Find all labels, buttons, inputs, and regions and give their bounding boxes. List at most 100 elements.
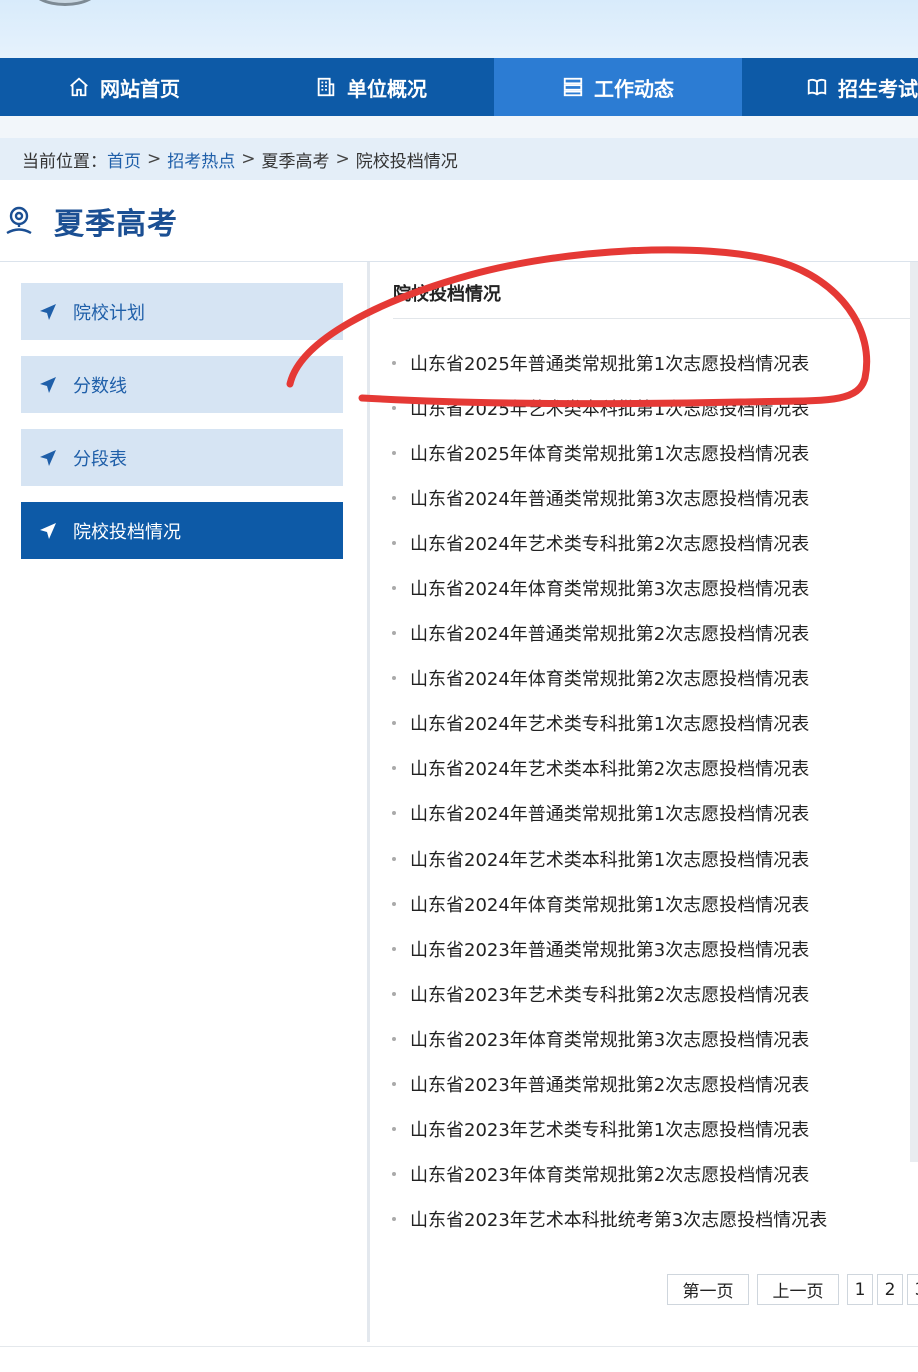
- scrollbar[interactable]: [910, 262, 918, 1162]
- divider: [0, 1346, 918, 1347]
- divider: [393, 318, 910, 319]
- nav-admission-label: 招生考试: [838, 76, 918, 101]
- list-item-link[interactable]: 山东省2024年艺术类本科批第2次志愿投档情况表: [410, 755, 809, 781]
- list-item-link[interactable]: 山东省2024年普通类常规批第1次志愿投档情况表: [410, 800, 809, 826]
- list-item-link[interactable]: 山东省2024年体育类常规批第1次志愿投档情况表: [410, 891, 809, 917]
- list-item-link[interactable]: 山东省2023年普通类常规批第2次志愿投档情况表: [410, 1071, 809, 1097]
- nav-admission[interactable]: 招生考试: [742, 58, 918, 116]
- spacer: [0, 116, 918, 138]
- list-item[interactable]: 山东省2023年艺术本科批统考第3次志愿投档情况表: [392, 1197, 827, 1242]
- bullet-icon: [392, 1127, 396, 1132]
- nav-news[interactable]: 工作动态: [494, 58, 742, 116]
- list-item[interactable]: 山东省2024年普通类常规批第3次志愿投档情况表: [392, 475, 827, 520]
- sidebar-item-admission-status[interactable]: 院校投档情况: [21, 502, 343, 559]
- list-item-link[interactable]: 山东省2025年体育类常规批第1次志愿投档情况表: [410, 440, 809, 466]
- list-item[interactable]: 山东省2024年艺术类本科批第2次志愿投档情况表: [392, 746, 827, 791]
- bullet-icon: [392, 991, 396, 996]
- list-item[interactable]: 山东省2025年普通类常规批第1次志愿投档情况表: [392, 340, 827, 385]
- list-item-link[interactable]: 山东省2023年体育类常规批第2次志愿投档情况表: [410, 1161, 809, 1187]
- breadcrumb-separator: >: [147, 149, 162, 169]
- breadcrumb: 当前位置： 首页 > 招考热点 > 夏季高考 > 院校投档情况: [0, 138, 918, 180]
- list-item-link[interactable]: 山东省2024年体育类常规批第2次志愿投档情况表: [410, 665, 809, 691]
- list-item[interactable]: 山东省2024年普通类常规批第2次志愿投档情况表: [392, 611, 827, 656]
- list-item-link[interactable]: 山东省2024年体育类常规批第3次志愿投档情况表: [410, 575, 809, 601]
- sidebar: 院校计划 分数线 分段表 院校投档情况: [21, 283, 343, 575]
- sidebar-item-score-table[interactable]: 分段表: [21, 429, 343, 486]
- list-item[interactable]: 山东省2024年体育类常规批第3次志愿投档情况表: [392, 565, 827, 610]
- bullet-icon: [392, 450, 396, 455]
- list-item[interactable]: 山东省2024年艺术类本科批第1次志愿投档情况表: [392, 836, 827, 881]
- breadcrumb-summer[interactable]: 夏季高考: [262, 147, 330, 172]
- list-item-link[interactable]: 山东省2023年艺术类专科批第2次志愿投档情况表: [410, 981, 809, 1007]
- bullet-icon: [392, 901, 396, 906]
- list-item[interactable]: 山东省2023年普通类常规批第2次志愿投档情况表: [392, 1062, 827, 1107]
- bullet-icon: [392, 721, 396, 726]
- book-icon: [807, 78, 827, 96]
- list-item-link[interactable]: 山东省2023年普通类常规批第3次志愿投档情况表: [410, 936, 809, 962]
- list-item[interactable]: 山东省2024年艺术类专科批第1次志愿投档情况表: [392, 701, 827, 746]
- breadcrumb-separator: >: [241, 149, 256, 169]
- sidebar-item-label: 分段表: [73, 448, 127, 470]
- nav-news-label: 工作动态: [594, 76, 674, 101]
- bullet-icon: [392, 766, 396, 771]
- list-item[interactable]: 山东省2023年艺术类专科批第2次志愿投档情况表: [392, 971, 827, 1016]
- site-logo[interactable]: [30, 0, 100, 6]
- pagination: 第一页 上一页 1 2 3: [667, 1274, 918, 1305]
- list-item[interactable]: 山东省2024年体育类常规批第2次志愿投档情况表: [392, 656, 827, 701]
- prev-page-button[interactable]: 上一页: [757, 1274, 839, 1305]
- breadcrumb-home[interactable]: 首页: [107, 147, 141, 172]
- list-item-link[interactable]: 山东省2024年艺术类本科批第1次志愿投档情况表: [410, 846, 809, 872]
- bullet-icon: [392, 405, 396, 410]
- bullet-icon: [392, 1082, 396, 1087]
- bullet-icon: [392, 540, 396, 545]
- list-item-link[interactable]: 山东省2025年普通类常规批第1次志愿投档情况表: [410, 350, 809, 376]
- list-item[interactable]: 山东省2023年体育类常规批第2次志愿投档情况表: [392, 1152, 827, 1197]
- list-item-link[interactable]: 山东省2024年艺术类专科批第2次志愿投档情况表: [410, 530, 809, 556]
- list-item-link[interactable]: 山东省2025年艺术类本科批第1次志愿投档情况表: [410, 395, 809, 421]
- list-item[interactable]: 山东省2025年艺术类本科批第1次志愿投档情况表: [392, 385, 827, 430]
- page-3-button[interactable]: 3: [907, 1274, 918, 1305]
- list-item-link[interactable]: 山东省2024年普通类常规批第3次志愿投档情况表: [410, 485, 809, 511]
- bullet-icon: [392, 1172, 396, 1177]
- bullet-icon: [392, 856, 396, 861]
- list-item[interactable]: 山东省2024年体育类常规批第1次志愿投档情况表: [392, 881, 827, 926]
- page-1-button[interactable]: 1: [847, 1274, 873, 1305]
- bullet-icon: [392, 811, 396, 816]
- nav-about-label: 单位概况: [347, 76, 427, 101]
- page-2-button[interactable]: 2: [877, 1274, 903, 1305]
- bullet-icon: [392, 631, 396, 636]
- nav-about[interactable]: 单位概况: [248, 58, 494, 116]
- list-item-link[interactable]: 山东省2024年艺术类专科批第1次志愿投档情况表: [410, 710, 809, 736]
- list-item[interactable]: 山东省2023年普通类常规批第3次志愿投档情况表: [392, 926, 827, 971]
- sidebar-item-label: 院校计划: [73, 302, 145, 324]
- first-page-button[interactable]: 第一页: [667, 1274, 749, 1305]
- list-item-link[interactable]: 山东省2023年艺术本科批统考第3次志愿投档情况表: [410, 1206, 827, 1232]
- list-item[interactable]: 山东省2024年艺术类专科批第2次志愿投档情况表: [392, 520, 827, 565]
- list-item[interactable]: 山东省2023年体育类常规批第3次志愿投档情况表: [392, 1016, 827, 1061]
- document-list: 山东省2025年普通类常规批第1次志愿投档情况表 山东省2025年艺术类本科批第1…: [392, 340, 827, 1242]
- list-item[interactable]: 山东省2023年艺术类专科批第1次志愿投档情况表: [392, 1107, 827, 1152]
- divider: [0, 261, 918, 262]
- location-pin-icon: [6, 206, 32, 235]
- sidebar-item-label: 分数线: [73, 375, 127, 397]
- navigation-arrow-icon: [40, 303, 56, 320]
- building-icon: [317, 77, 335, 97]
- list-item-link[interactable]: 山东省2023年体育类常规批第3次志愿投档情况表: [410, 1026, 809, 1052]
- sidebar-item-score-line[interactable]: 分数线: [21, 356, 343, 413]
- list-item-link[interactable]: 山东省2024年普通类常规批第2次志愿投档情况表: [410, 620, 809, 646]
- sidebar-item-label: 院校投档情况: [73, 521, 181, 543]
- list-item[interactable]: 山东省2025年体育类常规批第1次志愿投档情况表: [392, 430, 827, 475]
- column-divider: [367, 262, 370, 1342]
- sidebar-item-plan[interactable]: 院校计划: [21, 283, 343, 340]
- bullet-icon: [392, 586, 396, 591]
- header-banner: [0, 0, 918, 58]
- list-item-link[interactable]: 山东省2023年艺术类专科批第1次志愿投档情况表: [410, 1116, 809, 1142]
- nav-home[interactable]: 网站首页: [0, 58, 248, 116]
- list-item[interactable]: 山东省2024年普通类常规批第1次志愿投档情况表: [392, 791, 827, 836]
- section-title: 夏季高考: [54, 207, 178, 242]
- navigation-arrow-icon: [40, 449, 56, 466]
- home-icon: [70, 77, 88, 97]
- navigation-arrow-icon: [40, 522, 56, 539]
- breadcrumb-hot[interactable]: 招考热点: [167, 147, 235, 172]
- list-title: 院校投档情况: [393, 284, 501, 305]
